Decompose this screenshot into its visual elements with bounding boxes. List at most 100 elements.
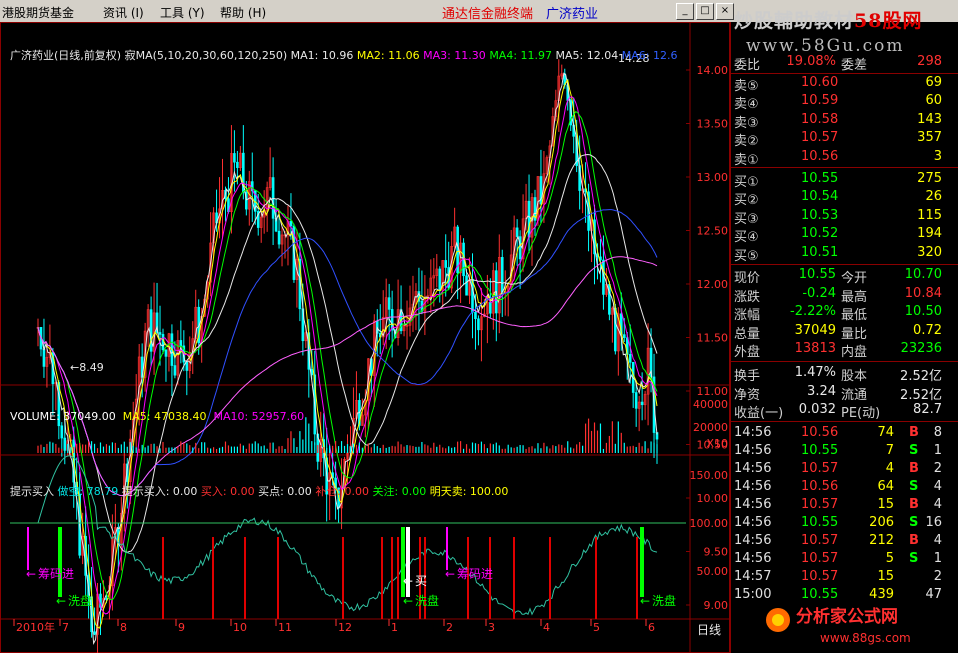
- candle-body: [271, 177, 275, 219]
- candle-body: [164, 349, 168, 357]
- finance-row: 净资 3.24 流通 2.52亿: [734, 383, 942, 403]
- candle-body: [628, 354, 632, 363]
- quote-panel: 委比 19.08% 委差 298 卖⑤ 10.60 69 卖④ 10.59 60 卖③ 10.58…: [731, 54, 958, 653]
- candle-body: [527, 200, 531, 238]
- maximize-button[interactable]: □: [696, 3, 714, 20]
- date-label: 12: [338, 621, 352, 634]
- menu-item-2[interactable]: 工具 (Y): [160, 4, 205, 21]
- ma-line-10: [37, 78, 658, 629]
- candle-body: [387, 297, 391, 310]
- candle-body: [634, 392, 638, 409]
- indicator-tick-label: 50.00: [697, 565, 729, 578]
- date-label: 5: [593, 621, 600, 634]
- date-label: 8: [120, 621, 127, 634]
- tick-row: 14:56 10.57 212 B 4: [734, 533, 942, 548]
- kline-chart[interactable]: 14.0013.5013.0012.5012.0011.5011.0010.50…: [0, 22, 730, 653]
- candle-body: [60, 425, 64, 439]
- low-price-label: ←8.49: [70, 361, 104, 374]
- candle-body: [236, 161, 239, 168]
- ask-row: 卖⑤ 10.60 69: [734, 75, 942, 94]
- volume-tick-label: 40000: [693, 398, 728, 411]
- candle-body: [158, 332, 162, 335]
- ma-line-20: [37, 95, 658, 615]
- candle-body: [465, 275, 468, 296]
- annotation-label: 洗盘: [652, 593, 676, 608]
- candle-body: [515, 227, 519, 237]
- date-label: 10: [233, 621, 247, 634]
- date-label: 2010年: [16, 620, 55, 634]
- menu-item-0[interactable]: 港股期货基金: [2, 4, 74, 21]
- price-tick-label: 11.50: [697, 332, 729, 345]
- annotation-label: 筹码进: [457, 567, 493, 581]
- date-label: 6: [648, 621, 655, 634]
- date-label: 1: [391, 621, 398, 634]
- price-tick-label: 13.00: [697, 171, 729, 184]
- tick-row: 14:56 10.57 15 B 4: [734, 497, 942, 512]
- candle-body: [185, 361, 189, 371]
- ask-row: 卖① 10.56 3: [734, 148, 942, 168]
- candle-body: [93, 631, 96, 635]
- volume-tick-label: X10: [706, 437, 728, 450]
- bid-row: 买① 10.55 275: [734, 171, 942, 190]
- price-tick-label: 9.50: [704, 546, 729, 559]
- tick-row: 14:56 10.55 206 S 16: [734, 515, 942, 530]
- price-tick-label: 12.00: [697, 278, 729, 291]
- annotation-arrow: ←: [445, 567, 455, 581]
- watermark-title: 炒股輔助教材58股网: [734, 10, 923, 32]
- candle-body: [444, 260, 448, 268]
- annotation-arrow: ←: [26, 567, 36, 581]
- candle-body: [149, 309, 153, 352]
- ma-line-5: [37, 72, 658, 646]
- order-ratio-row: 委比 19.08% 委差 298: [734, 54, 942, 73]
- candle-body: [438, 268, 442, 290]
- annotation-label: 买: [415, 574, 427, 588]
- candle-body: [477, 318, 480, 331]
- price-tick-label: 11.00: [697, 385, 729, 398]
- indicator-tick-label: 100.00: [690, 517, 729, 530]
- signal-highlight: [58, 527, 62, 597]
- annotation-arrow: ←: [640, 594, 650, 608]
- date-label: 4: [543, 621, 550, 634]
- stat-row: 涨跌 -0.24 最高 10.84: [734, 285, 942, 305]
- date-label: 3: [488, 621, 495, 634]
- date-label: 7: [62, 621, 69, 634]
- signal-highlight: [640, 527, 644, 597]
- candle-body: [173, 365, 177, 376]
- close-button[interactable]: ×: [716, 3, 734, 20]
- period-tab[interactable]: 日线: [697, 623, 721, 637]
- stat-row: 总量 37049 量比 0.72: [734, 322, 942, 342]
- candle-body: [277, 230, 281, 245]
- menu-item-3[interactable]: 帮助 (H): [220, 4, 266, 21]
- stat-row: 现价 10.55 今开 10.70: [734, 267, 942, 286]
- chart-frame: [0, 22, 730, 653]
- tick-row: 14:56 10.55 7 S 1: [734, 443, 942, 458]
- minimize-button[interactable]: _: [676, 3, 694, 20]
- candle-body: [640, 401, 644, 406]
- logo-name: 分析家公式网: [796, 606, 898, 627]
- logo-site: www.88gs.com: [820, 631, 911, 645]
- menu-item-1[interactable]: 资讯 (I): [103, 4, 144, 21]
- annotation-label: 洗盘: [415, 593, 439, 608]
- candle-body: [233, 153, 236, 163]
- price-tick-label: 12.50: [697, 225, 729, 238]
- date-label: 9: [178, 621, 185, 634]
- price-tick-label: 14.00: [697, 64, 729, 77]
- window-buttons: _ □ ×: [676, 2, 736, 20]
- app-title: 通达信金融终端: [442, 7, 534, 22]
- ask-row: 卖② 10.57 357: [734, 130, 942, 150]
- candle-body: [489, 302, 492, 314]
- price-tick-label: 9.00: [704, 599, 729, 612]
- annotation-label: 洗盘: [68, 593, 92, 608]
- bid-row: 买④ 10.52 194: [734, 226, 942, 246]
- price-tick-label: 10.00: [697, 492, 729, 505]
- annotation-arrow: ←: [403, 594, 413, 608]
- candle-body: [622, 334, 626, 339]
- date-label: 2: [446, 621, 453, 634]
- bid-row: 买③ 10.53 115: [734, 207, 942, 227]
- kline-chart-panel[interactable]: 14.00 13.50 13.00 12.50 12.00 11.50 11.00 10.50…: [0, 22, 731, 653]
- volume-tick-label: 20000: [693, 421, 728, 434]
- watermark-site: www.58Gu.com: [746, 36, 905, 56]
- candle-body: [179, 340, 183, 347]
- ask-row: 卖④ 10.59 60: [734, 93, 942, 113]
- date-label: 11: [278, 621, 292, 634]
